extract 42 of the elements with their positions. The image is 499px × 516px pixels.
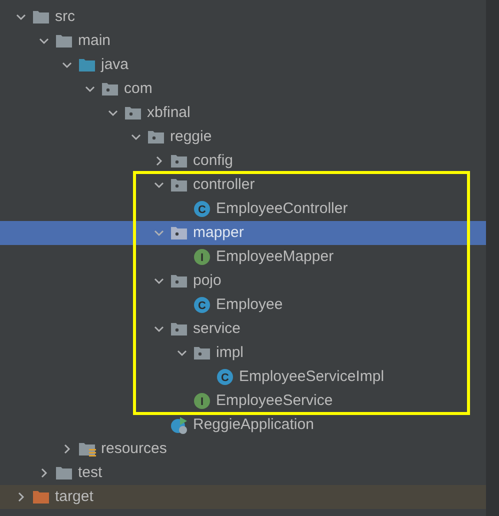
tree-item[interactable]: C EmployeeController	[0, 197, 486, 221]
run-class-icon	[170, 416, 188, 434]
tree-item[interactable]: resources	[0, 437, 486, 461]
folder-icon	[32, 8, 50, 26]
folder-icon	[78, 56, 96, 74]
tree-item[interactable]: pojo	[0, 269, 486, 293]
tree-item[interactable]: xbfinal	[0, 101, 486, 125]
package-folder-icon	[193, 344, 211, 362]
tree-item[interactable]: controller	[0, 173, 486, 197]
tree-item[interactable]: config	[0, 149, 486, 173]
class-icon: C	[193, 296, 211, 314]
interface-icon: I	[193, 392, 211, 410]
tree-item[interactable]: I EmployeeService	[0, 389, 486, 413]
package-folder-icon	[124, 104, 142, 122]
tree-item[interactable]: test	[0, 461, 486, 485]
package-folder-icon	[170, 320, 188, 338]
tree-item[interactable]: service	[0, 317, 486, 341]
class-icon: C	[216, 368, 234, 386]
tree-item[interactable]: mapper	[0, 221, 486, 245]
class-icon: C	[193, 200, 211, 218]
resources-folder-icon	[78, 440, 96, 458]
tree-item[interactable]: C Employee	[0, 293, 486, 317]
package-folder-icon	[170, 152, 188, 170]
package-folder-icon	[170, 224, 188, 242]
tree-item[interactable]: main	[0, 29, 486, 53]
tree-item[interactable]: C EmployeeServiceImpl	[0, 365, 486, 389]
tree-item[interactable]: target	[0, 485, 486, 509]
folder-icon	[32, 488, 50, 506]
tree-item[interactable]: java	[0, 53, 486, 77]
tree-item[interactable]: src	[0, 5, 486, 29]
interface-icon: I	[193, 248, 211, 266]
tree-item[interactable]: com	[0, 77, 486, 101]
folder-icon	[55, 464, 73, 482]
tree-item[interactable]: I EmployeeMapper	[0, 245, 486, 269]
package-folder-icon	[170, 176, 188, 194]
tree-item[interactable]: impl	[0, 341, 486, 365]
folder-icon	[55, 32, 73, 50]
tree-item[interactable]: reggie	[0, 125, 486, 149]
package-folder-icon	[101, 80, 119, 98]
tree-item[interactable]: ReggieApplication	[0, 413, 486, 437]
package-folder-icon	[170, 272, 188, 290]
package-folder-icon	[147, 128, 165, 146]
